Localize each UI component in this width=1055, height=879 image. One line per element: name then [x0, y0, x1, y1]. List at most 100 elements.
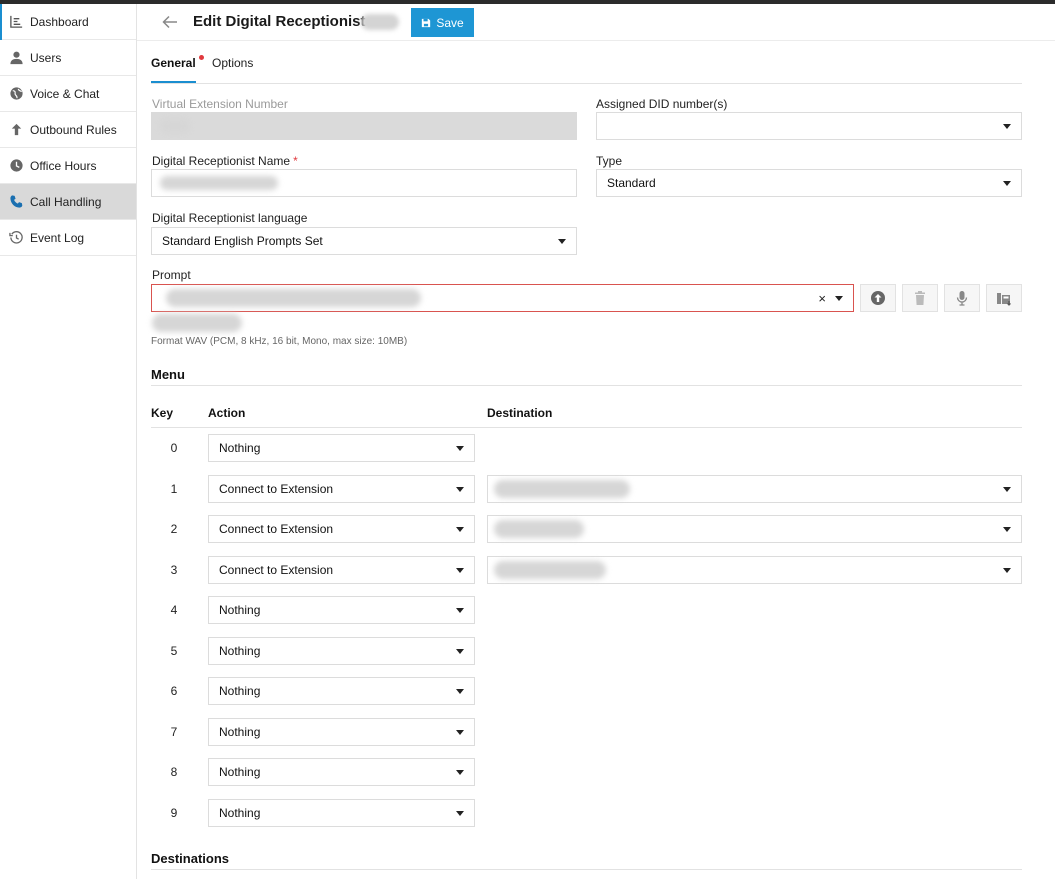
menu-action-select[interactable]: Nothing	[208, 758, 475, 786]
back-arrow-icon[interactable]	[160, 13, 180, 31]
phone-record-button[interactable]	[986, 284, 1022, 312]
menu-key: 1	[170, 482, 178, 496]
menu-destination-select[interactable]	[487, 556, 1022, 584]
sidebar-item-call-handling[interactable]: Call Handling	[0, 184, 136, 220]
menu-action-select[interactable]: Connect to Extension	[208, 475, 475, 503]
menu-action-select[interactable]: Connect to Extension	[208, 556, 475, 584]
menu-action-value: Nothing	[219, 644, 261, 658]
phone-icon	[8, 194, 24, 210]
chevron-down-icon	[456, 689, 464, 694]
sidebar-item-label: Event Log	[30, 230, 85, 245]
sidebar-item-label: Users	[30, 50, 62, 65]
menu-action-select[interactable]: Nothing	[208, 677, 475, 705]
receptionist-name-input[interactable]	[151, 169, 577, 197]
menu-key: 7	[170, 725, 178, 739]
sidebar: Dashboard Users Voice & Chat Outbound Ru…	[0, 4, 137, 879]
menu-action-select[interactable]: Connect to Extension	[208, 515, 475, 543]
save-icon	[422, 18, 431, 27]
sidebar-item-label: Voice & Chat	[30, 86, 100, 101]
tab-general[interactable]: General	[151, 55, 204, 70]
redacted-value	[494, 480, 630, 498]
menu-action-select[interactable]: Nothing	[208, 596, 475, 624]
tab-options[interactable]: Options	[212, 56, 253, 70]
chevron-down-icon	[1003, 124, 1011, 129]
clear-icon[interactable]: ×	[818, 291, 826, 306]
menu-action-select[interactable]: Nothing	[208, 718, 475, 746]
prompt-label: Prompt	[152, 268, 191, 282]
chevron-down-icon	[456, 811, 464, 816]
menu-action-value: Connect to Extension	[219, 563, 334, 577]
menu-key: 0	[170, 441, 178, 455]
delete-prompt-button[interactable]	[902, 284, 938, 312]
upload-icon	[871, 291, 885, 305]
page-title: Edit Digital Receptionist	[193, 13, 366, 30]
sidebar-item-office-hours[interactable]: Office Hours	[0, 148, 136, 184]
menu-action-value: Nothing	[219, 441, 261, 455]
chevron-down-icon	[456, 649, 464, 654]
virtual-extension-label: Virtual Extension Number	[152, 97, 288, 111]
upload-prompt-button[interactable]	[860, 284, 896, 312]
redacted-title-suffix	[361, 14, 399, 30]
chevron-down-icon	[456, 770, 464, 775]
menu-action-select[interactable]: Nothing	[208, 637, 475, 665]
sidebar-item-outbound-rules[interactable]: Outbound Rules	[0, 112, 136, 148]
chevron-down-icon	[1003, 487, 1011, 492]
assigned-did-select[interactable]	[596, 112, 1022, 140]
sidebar-item-dashboard[interactable]: Dashboard	[0, 4, 136, 40]
menu-action-value: Nothing	[219, 806, 261, 820]
redacted-value	[160, 176, 278, 190]
chevron-down-icon	[1003, 568, 1011, 573]
globe-icon	[8, 86, 24, 102]
menu-key: 6	[170, 684, 178, 698]
section-divider	[151, 385, 1022, 386]
receptionist-name-label: Digital Receptionist Name *	[152, 154, 298, 168]
menu-action-value: Connect to Extension	[219, 482, 334, 496]
chevron-down-icon	[1003, 527, 1011, 532]
clock-icon	[8, 158, 24, 174]
format-hint: Format WAV (PCM, 8 kHz, 16 bit, Mono, ma…	[151, 336, 408, 347]
sidebar-item-label: Dashboard	[30, 14, 89, 29]
menu-key: 9	[170, 806, 178, 820]
column-header-key: Key	[151, 406, 174, 420]
trash-icon	[915, 291, 925, 305]
tab-general-label: General	[151, 56, 196, 70]
redacted-error-text	[152, 314, 242, 332]
sidebar-item-event-log[interactable]: Event Log	[0, 220, 136, 256]
sidebar-accent-bar	[0, 4, 2, 40]
save-button[interactable]: Save	[411, 8, 474, 37]
menu-action-value: Nothing	[219, 725, 261, 739]
assigned-did-label: Assigned DID number(s)	[596, 97, 728, 111]
virtual-extension-input	[151, 112, 577, 140]
chevron-down-icon	[456, 527, 464, 532]
column-header-destination: Destination	[487, 406, 553, 420]
prompt-select[interactable]: ×	[151, 284, 854, 312]
record-prompt-button[interactable]	[944, 284, 980, 312]
sidebar-item-label: Outbound Rules	[30, 122, 117, 137]
chevron-down-icon	[456, 487, 464, 492]
language-select[interactable]: Standard English Prompts Set	[151, 227, 577, 255]
chevron-down-icon	[456, 568, 464, 573]
arrow-up-icon	[8, 122, 24, 138]
save-button-label: Save	[436, 15, 464, 30]
menu-destination-select[interactable]	[487, 475, 1022, 503]
chevron-down-icon	[456, 608, 464, 613]
sidebar-item-voice-chat[interactable]: Voice & Chat	[0, 76, 136, 112]
section-divider	[151, 869, 1022, 870]
chevron-down-icon	[558, 239, 566, 244]
menu-section-title: Menu	[151, 367, 185, 382]
menu-destination-select[interactable]	[487, 515, 1022, 543]
sidebar-item-users[interactable]: Users	[0, 40, 136, 76]
chevron-down-icon	[456, 730, 464, 735]
menu-action-select[interactable]: Nothing	[208, 434, 475, 462]
menu-key: 2	[170, 522, 178, 536]
type-select[interactable]: Standard	[596, 169, 1022, 197]
destinations-section-title: Destinations	[151, 851, 230, 866]
language-value: Standard English Prompts Set	[162, 234, 323, 248]
chevron-down-icon	[1003, 181, 1011, 186]
menu-key: 4	[170, 603, 178, 617]
tab-bar: General Options	[151, 52, 1022, 84]
menu-action-value: Connect to Extension	[219, 522, 334, 536]
menu-action-value: Nothing	[219, 603, 261, 617]
menu-action-select[interactable]: Nothing	[208, 799, 475, 827]
menu-action-value: Nothing	[219, 765, 261, 779]
